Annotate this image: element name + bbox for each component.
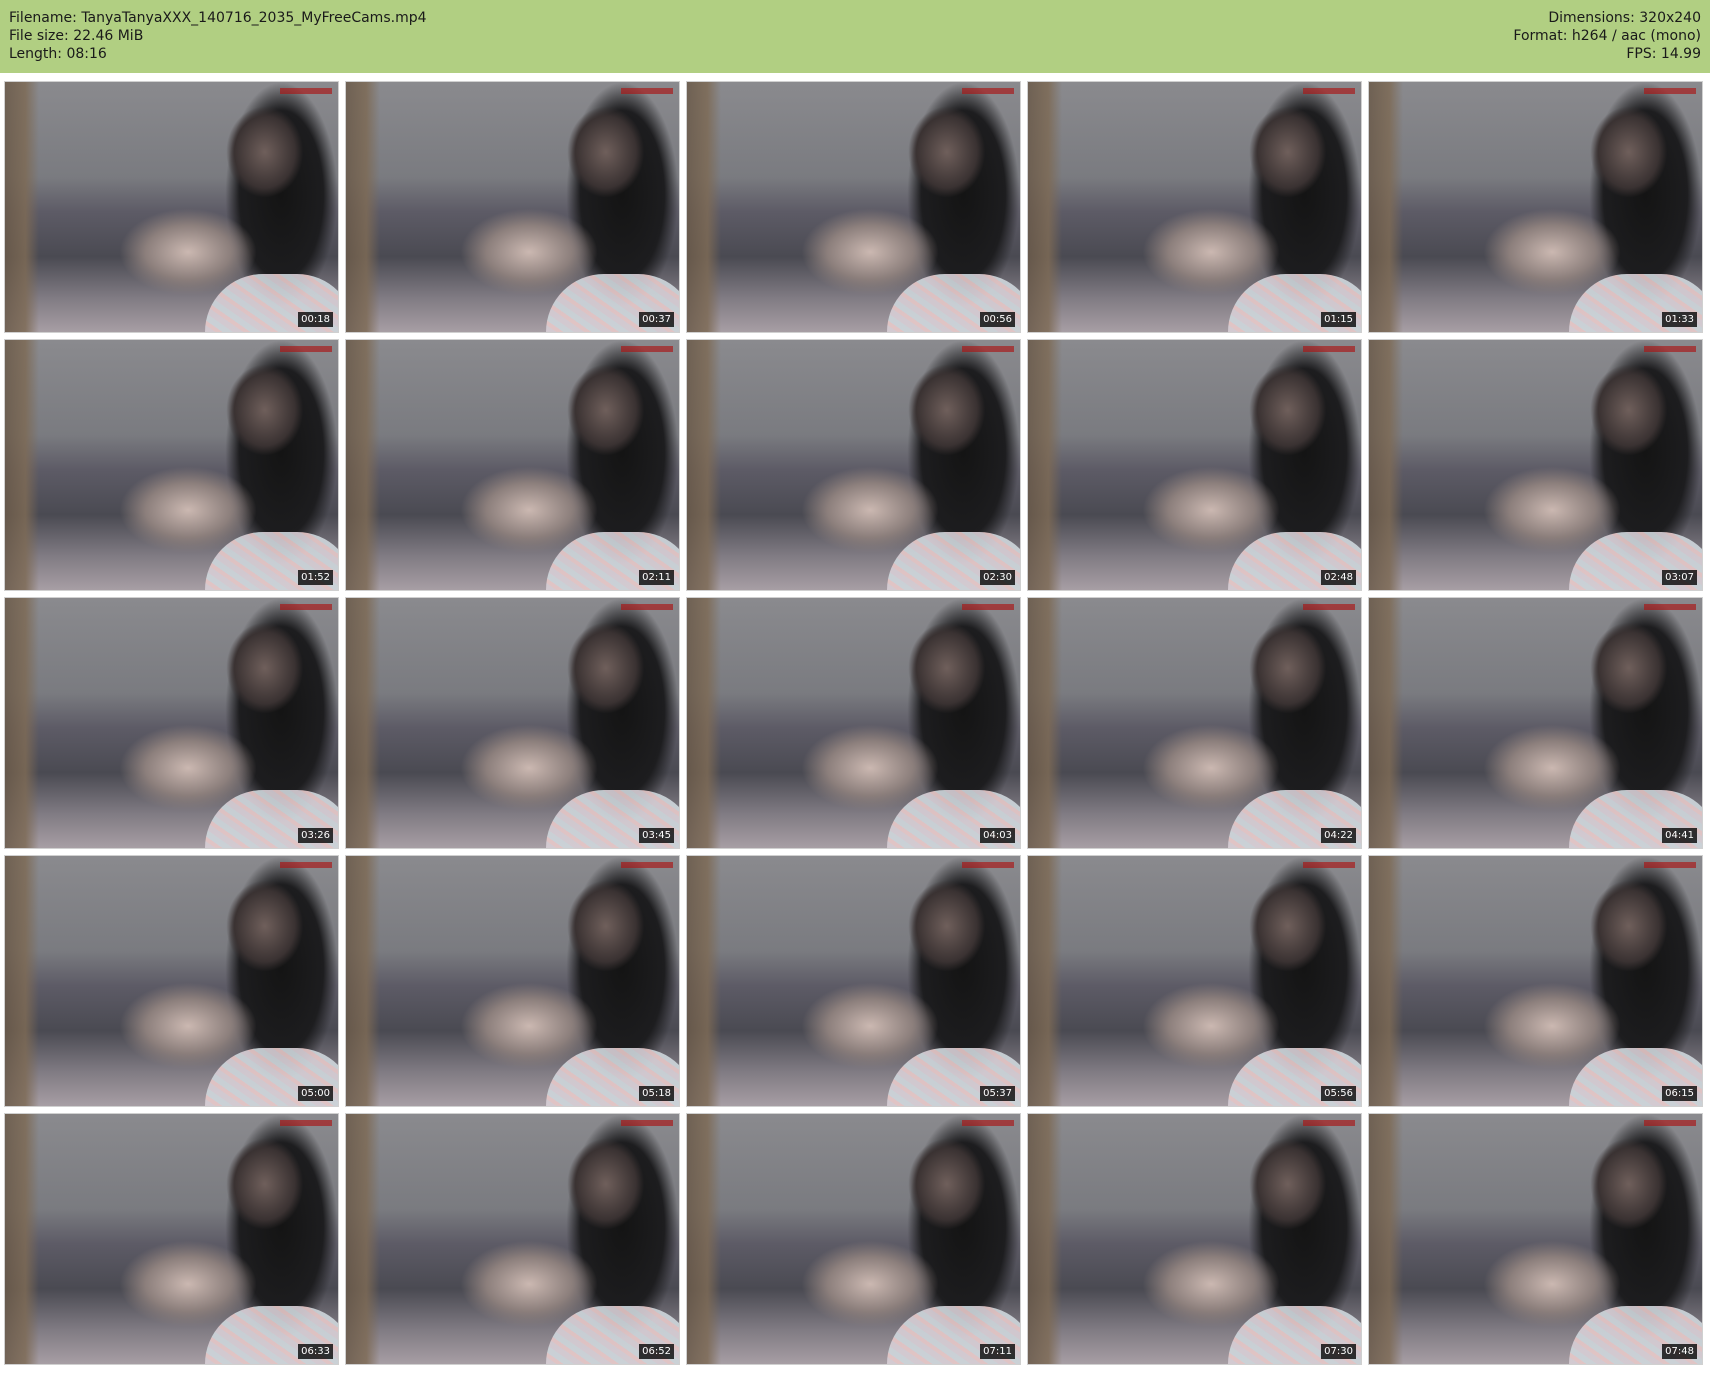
video-thumbnail[interactable]: 03:45: [346, 598, 679, 848]
video-thumbnail[interactable]: 05:56: [1028, 856, 1361, 1106]
watermark-mark: [1644, 862, 1696, 868]
watermark-mark: [280, 604, 332, 610]
thumbnail-grid: 00:18 00:37 00:56 01:15 01:33 01:52 02:11 02:30…: [5, 82, 1702, 1364]
info-header: Filename: TanyaTanyaXXX_140716_2035_MyFr…: [0, 0, 1710, 73]
video-thumbnail[interactable]: 05:18: [346, 856, 679, 1106]
watermark-mark: [962, 862, 1014, 868]
thumbnail-timestamp: 05:37: [980, 1086, 1015, 1101]
length-value: 08:16: [66, 46, 107, 62]
thumbnail-timestamp: 00:37: [639, 312, 674, 327]
video-thumbnail[interactable]: 00:18: [5, 82, 338, 332]
thumbnail-timestamp: 04:41: [1662, 828, 1697, 843]
thumbnail-timestamp: 05:56: [1321, 1086, 1356, 1101]
video-thumbnail[interactable]: 01:15: [1028, 82, 1361, 332]
fps-value: 14.99: [1660, 46, 1701, 62]
filename-label: Filename:: [9, 10, 77, 26]
video-thumbnail[interactable]: 06:15: [1369, 856, 1702, 1106]
watermark-mark: [280, 88, 332, 94]
watermark-mark: [1303, 862, 1355, 868]
thumbnail-timestamp: 01:52: [298, 570, 333, 585]
thumbnail-timestamp: 07:30: [1321, 1344, 1356, 1359]
thumbnail-timestamp: 06:52: [639, 1344, 674, 1359]
thumbnail-timestamp: 01:15: [1321, 312, 1356, 327]
video-thumbnail[interactable]: 04:41: [1369, 598, 1702, 848]
watermark-mark: [621, 1120, 673, 1126]
thumbnail-timestamp: 03:45: [639, 828, 674, 843]
thumbnail-timestamp: 03:07: [1662, 570, 1697, 585]
watermark-mark: [621, 346, 673, 352]
thumbnail-timestamp: 07:11: [980, 1344, 1015, 1359]
watermark-mark: [962, 604, 1014, 610]
video-thumbnail[interactable]: 00:56: [687, 82, 1020, 332]
video-thumbnail[interactable]: 07:48: [1369, 1114, 1702, 1364]
filesize-value: 22.46 MiB: [73, 28, 144, 44]
filename-value: TanyaTanyaXXX_140716_2035_MyFreeCams.mp4: [81, 10, 427, 26]
filesize-row: File size: 22.46 MiB: [9, 27, 427, 45]
video-thumbnail[interactable]: 02:48: [1028, 340, 1361, 590]
watermark-mark: [962, 346, 1014, 352]
thumbnail-timestamp: 06:15: [1662, 1086, 1697, 1101]
thumbnail-timestamp: 00:56: [980, 312, 1015, 327]
watermark-mark: [1303, 88, 1355, 94]
video-thumbnail[interactable]: 04:22: [1028, 598, 1361, 848]
thumbnail-timestamp: 01:33: [1662, 312, 1697, 327]
filesize-label: File size:: [9, 28, 69, 44]
watermark-mark: [621, 862, 673, 868]
video-thumbnail[interactable]: 00:37: [346, 82, 679, 332]
format-label: Format:: [1513, 28, 1568, 44]
thumbnail-timestamp: 02:30: [980, 570, 1015, 585]
watermark-mark: [962, 88, 1014, 94]
dimensions-value: 320x240: [1639, 10, 1701, 26]
watermark-mark: [1644, 346, 1696, 352]
thumbnail-timestamp: 04:22: [1321, 828, 1356, 843]
length-label: Length:: [9, 46, 63, 62]
format-value: h264 / aac (mono): [1571, 28, 1701, 44]
video-thumbnail[interactable]: 01:52: [5, 340, 338, 590]
video-thumbnail[interactable]: 03:07: [1369, 340, 1702, 590]
watermark-mark: [1303, 1120, 1355, 1126]
filename-row: Filename: TanyaTanyaXXX_140716_2035_MyFr…: [9, 9, 427, 27]
thumbnail-timestamp: 00:18: [298, 312, 333, 327]
watermark-mark: [1303, 604, 1355, 610]
watermark-mark: [1644, 88, 1696, 94]
video-thumbnail[interactable]: 07:11: [687, 1114, 1020, 1364]
fps-row: FPS: 14.99: [1513, 45, 1701, 63]
video-thumbnail[interactable]: 06:33: [5, 1114, 338, 1364]
file-info: Filename: TanyaTanyaXXX_140716_2035_MyFr…: [9, 9, 427, 63]
thumbnail-timestamp: 03:26: [298, 828, 333, 843]
watermark-mark: [621, 88, 673, 94]
video-thumbnail[interactable]: 05:00: [5, 856, 338, 1106]
video-thumbnail[interactable]: 06:52: [346, 1114, 679, 1364]
watermark-mark: [1644, 1120, 1696, 1126]
video-thumbnail[interactable]: 05:37: [687, 856, 1020, 1106]
video-thumbnail[interactable]: 02:30: [687, 340, 1020, 590]
fps-label: FPS:: [1626, 46, 1657, 62]
dimensions-row: Dimensions: 320x240: [1513, 9, 1701, 27]
watermark-mark: [280, 346, 332, 352]
length-row: Length: 08:16: [9, 45, 427, 63]
thumbnail-timestamp: 06:33: [298, 1344, 333, 1359]
thumbnail-timestamp: 02:11: [639, 570, 674, 585]
thumbnail-timestamp: 02:48: [1321, 570, 1356, 585]
video-thumbnail[interactable]: 01:33: [1369, 82, 1702, 332]
thumbnail-timestamp: 05:18: [639, 1086, 674, 1101]
video-thumbnail[interactable]: 04:03: [687, 598, 1020, 848]
watermark-mark: [1303, 346, 1355, 352]
thumbnail-timestamp: 07:48: [1662, 1344, 1697, 1359]
dimensions-label: Dimensions:: [1548, 10, 1635, 26]
video-info: Dimensions: 320x240 Format: h264 / aac (…: [1513, 9, 1701, 63]
thumbnail-timestamp: 04:03: [980, 828, 1015, 843]
watermark-mark: [280, 862, 332, 868]
format-row: Format: h264 / aac (mono): [1513, 27, 1701, 45]
video-thumbnail[interactable]: 03:26: [5, 598, 338, 848]
video-thumbnail[interactable]: 02:11: [346, 340, 679, 590]
watermark-mark: [621, 604, 673, 610]
watermark-mark: [280, 1120, 332, 1126]
thumbnail-timestamp: 05:00: [298, 1086, 333, 1101]
watermark-mark: [1644, 604, 1696, 610]
watermark-mark: [962, 1120, 1014, 1126]
video-thumbnail[interactable]: 07:30: [1028, 1114, 1361, 1364]
